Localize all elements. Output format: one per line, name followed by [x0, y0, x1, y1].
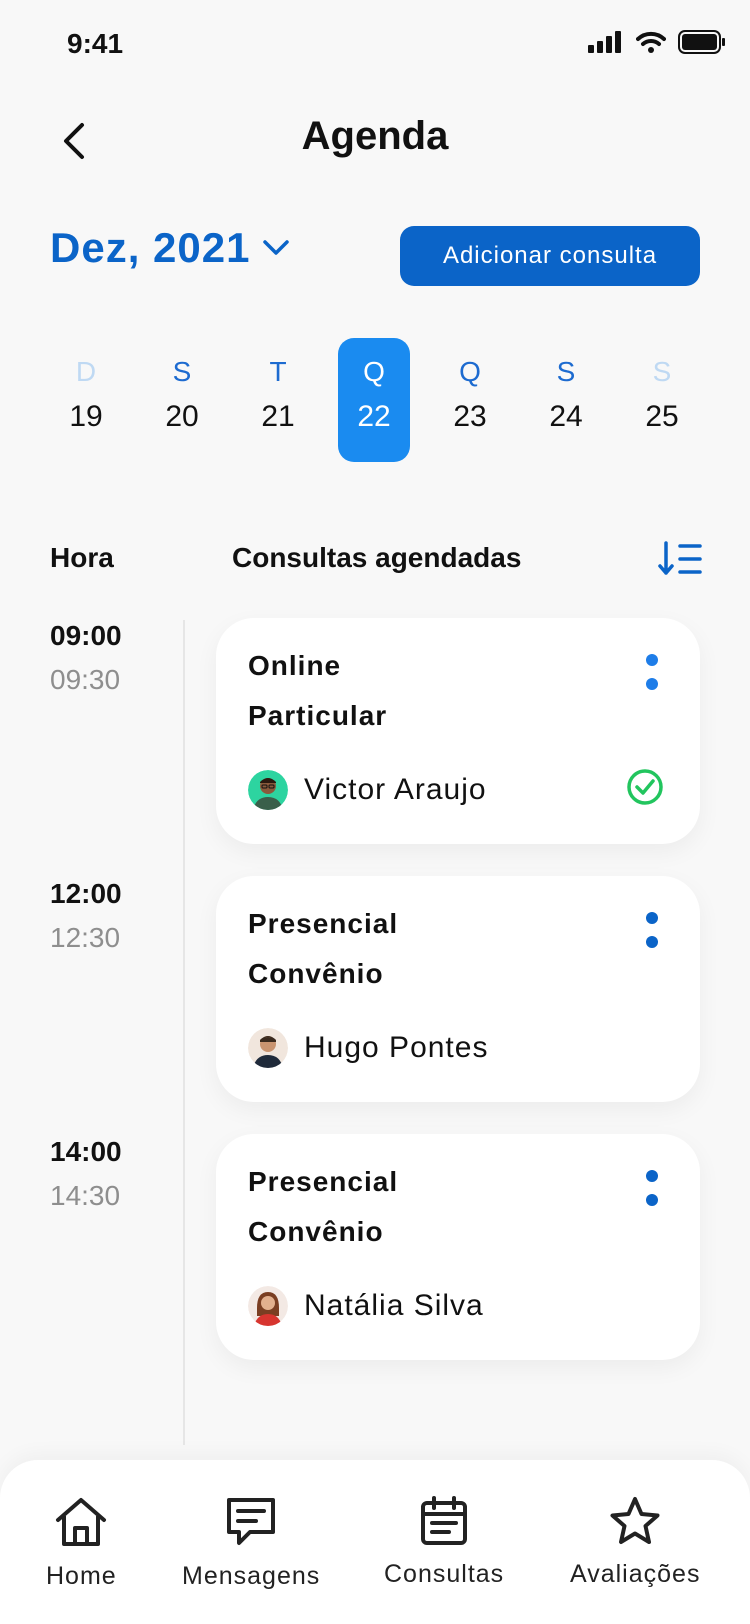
appointment-plan: Convênio — [248, 958, 384, 989]
day-letter: S — [652, 356, 672, 387]
avatar — [248, 1028, 288, 1068]
day-number: 19 — [69, 400, 103, 433]
more-options-button[interactable] — [642, 1170, 662, 1210]
page-title: Agenda — [301, 114, 449, 158]
avatar — [248, 770, 288, 810]
sort-icon — [658, 541, 702, 575]
day-number: 22 — [357, 400, 391, 433]
sort-button[interactable] — [658, 540, 702, 578]
confirmed-icon — [627, 769, 663, 805]
patient-name: Victor Araujo — [304, 773, 487, 806]
nav-label: Home — [46, 1562, 117, 1590]
nav-messages[interactable]: Mensagens — [182, 1496, 320, 1591]
appointments-header: Consultas agendadas — [232, 542, 522, 573]
day-letter: S — [556, 356, 576, 387]
timeline-line — [183, 620, 185, 1445]
appointment-type: Presencial — [248, 908, 399, 939]
patient-info: Victor Araujo — [248, 770, 487, 810]
appointment-plan: Convênio — [248, 1216, 384, 1247]
day-letter: T — [269, 356, 287, 387]
patient-info: Natália Silva — [248, 1286, 484, 1326]
nav-label: Avaliações — [570, 1560, 701, 1588]
day-letter: D — [75, 356, 97, 387]
day-item[interactable]: S 20 — [146, 338, 218, 462]
day-item[interactable]: S 25 — [626, 338, 698, 462]
day-item[interactable]: Q 23 — [434, 338, 506, 462]
start-time: 09:00 — [50, 620, 122, 651]
appointment-card[interactable]: Online Particular Victor Araujo — [216, 618, 700, 844]
day-number: 25 — [645, 400, 679, 433]
end-time: 12:30 — [50, 922, 121, 953]
status-icons — [588, 30, 726, 54]
patient-info: Hugo Pontes — [248, 1028, 488, 1068]
day-number: 21 — [261, 400, 295, 433]
day-item[interactable]: D 19 — [50, 338, 122, 462]
nav-reviews[interactable]: Avaliações — [570, 1496, 700, 1589]
wifi-icon — [636, 31, 666, 53]
hora-header: Hora — [50, 542, 114, 573]
appointment-plan: Particular — [248, 700, 388, 731]
status-time: 9:41 — [67, 28, 124, 59]
chevron-down-icon — [263, 240, 290, 255]
day-letter: Q — [363, 356, 385, 387]
more-options-button[interactable] — [642, 912, 662, 952]
signal-icon — [588, 31, 621, 53]
star-icon — [610, 1497, 660, 1544]
day-number: 20 — [165, 400, 199, 433]
patient-name: Hugo Pontes — [304, 1031, 489, 1064]
nav-label: Mensagens — [182, 1562, 321, 1590]
patient-name: Natália Silva — [304, 1289, 484, 1322]
battery-icon — [678, 30, 725, 54]
end-time: 14:30 — [50, 1180, 121, 1211]
home-icon — [56, 1498, 107, 1546]
month-selector[interactable]: Dez, 2021 — [50, 224, 290, 272]
day-number: 23 — [453, 400, 487, 433]
appointment-type: Online — [248, 650, 342, 681]
avatar — [248, 1286, 288, 1326]
start-time: 14:00 — [50, 1136, 122, 1167]
bottom-navigation: Home Mensagens Consultas Avaliações — [0, 1460, 750, 1624]
calendar-icon — [421, 1496, 468, 1545]
appointment-type: Presencial — [248, 1166, 399, 1197]
day-number: 24 — [549, 400, 583, 433]
month-label: Dez, 2021 — [50, 224, 251, 271]
day-letter: Q — [459, 356, 481, 387]
nav-home[interactable]: Home — [46, 1496, 117, 1591]
end-time: 09:30 — [50, 664, 121, 695]
week-strip: D 19 S 20 T 21 Q 22 Q 23 S 24 S 25 — [40, 338, 720, 462]
appointment-card[interactable]: Presencial Convênio Hugo Pontes — [216, 876, 700, 1102]
more-options-button[interactable] — [642, 654, 662, 694]
message-icon — [227, 1498, 276, 1545]
day-item[interactable]: T 21 — [242, 338, 314, 462]
day-item[interactable]: Q 22 — [338, 338, 410, 462]
start-time: 12:00 — [50, 878, 122, 909]
day-letter: S — [172, 356, 192, 387]
add-appointment-button[interactable]: Adicionar consulta — [400, 226, 700, 286]
nav-appointments[interactable]: Consultas — [384, 1496, 504, 1589]
day-item[interactable]: S 24 — [530, 338, 602, 462]
appointment-card[interactable]: Presencial Convênio Natália Silva — [216, 1134, 700, 1360]
nav-label: Consultas — [384, 1560, 505, 1588]
